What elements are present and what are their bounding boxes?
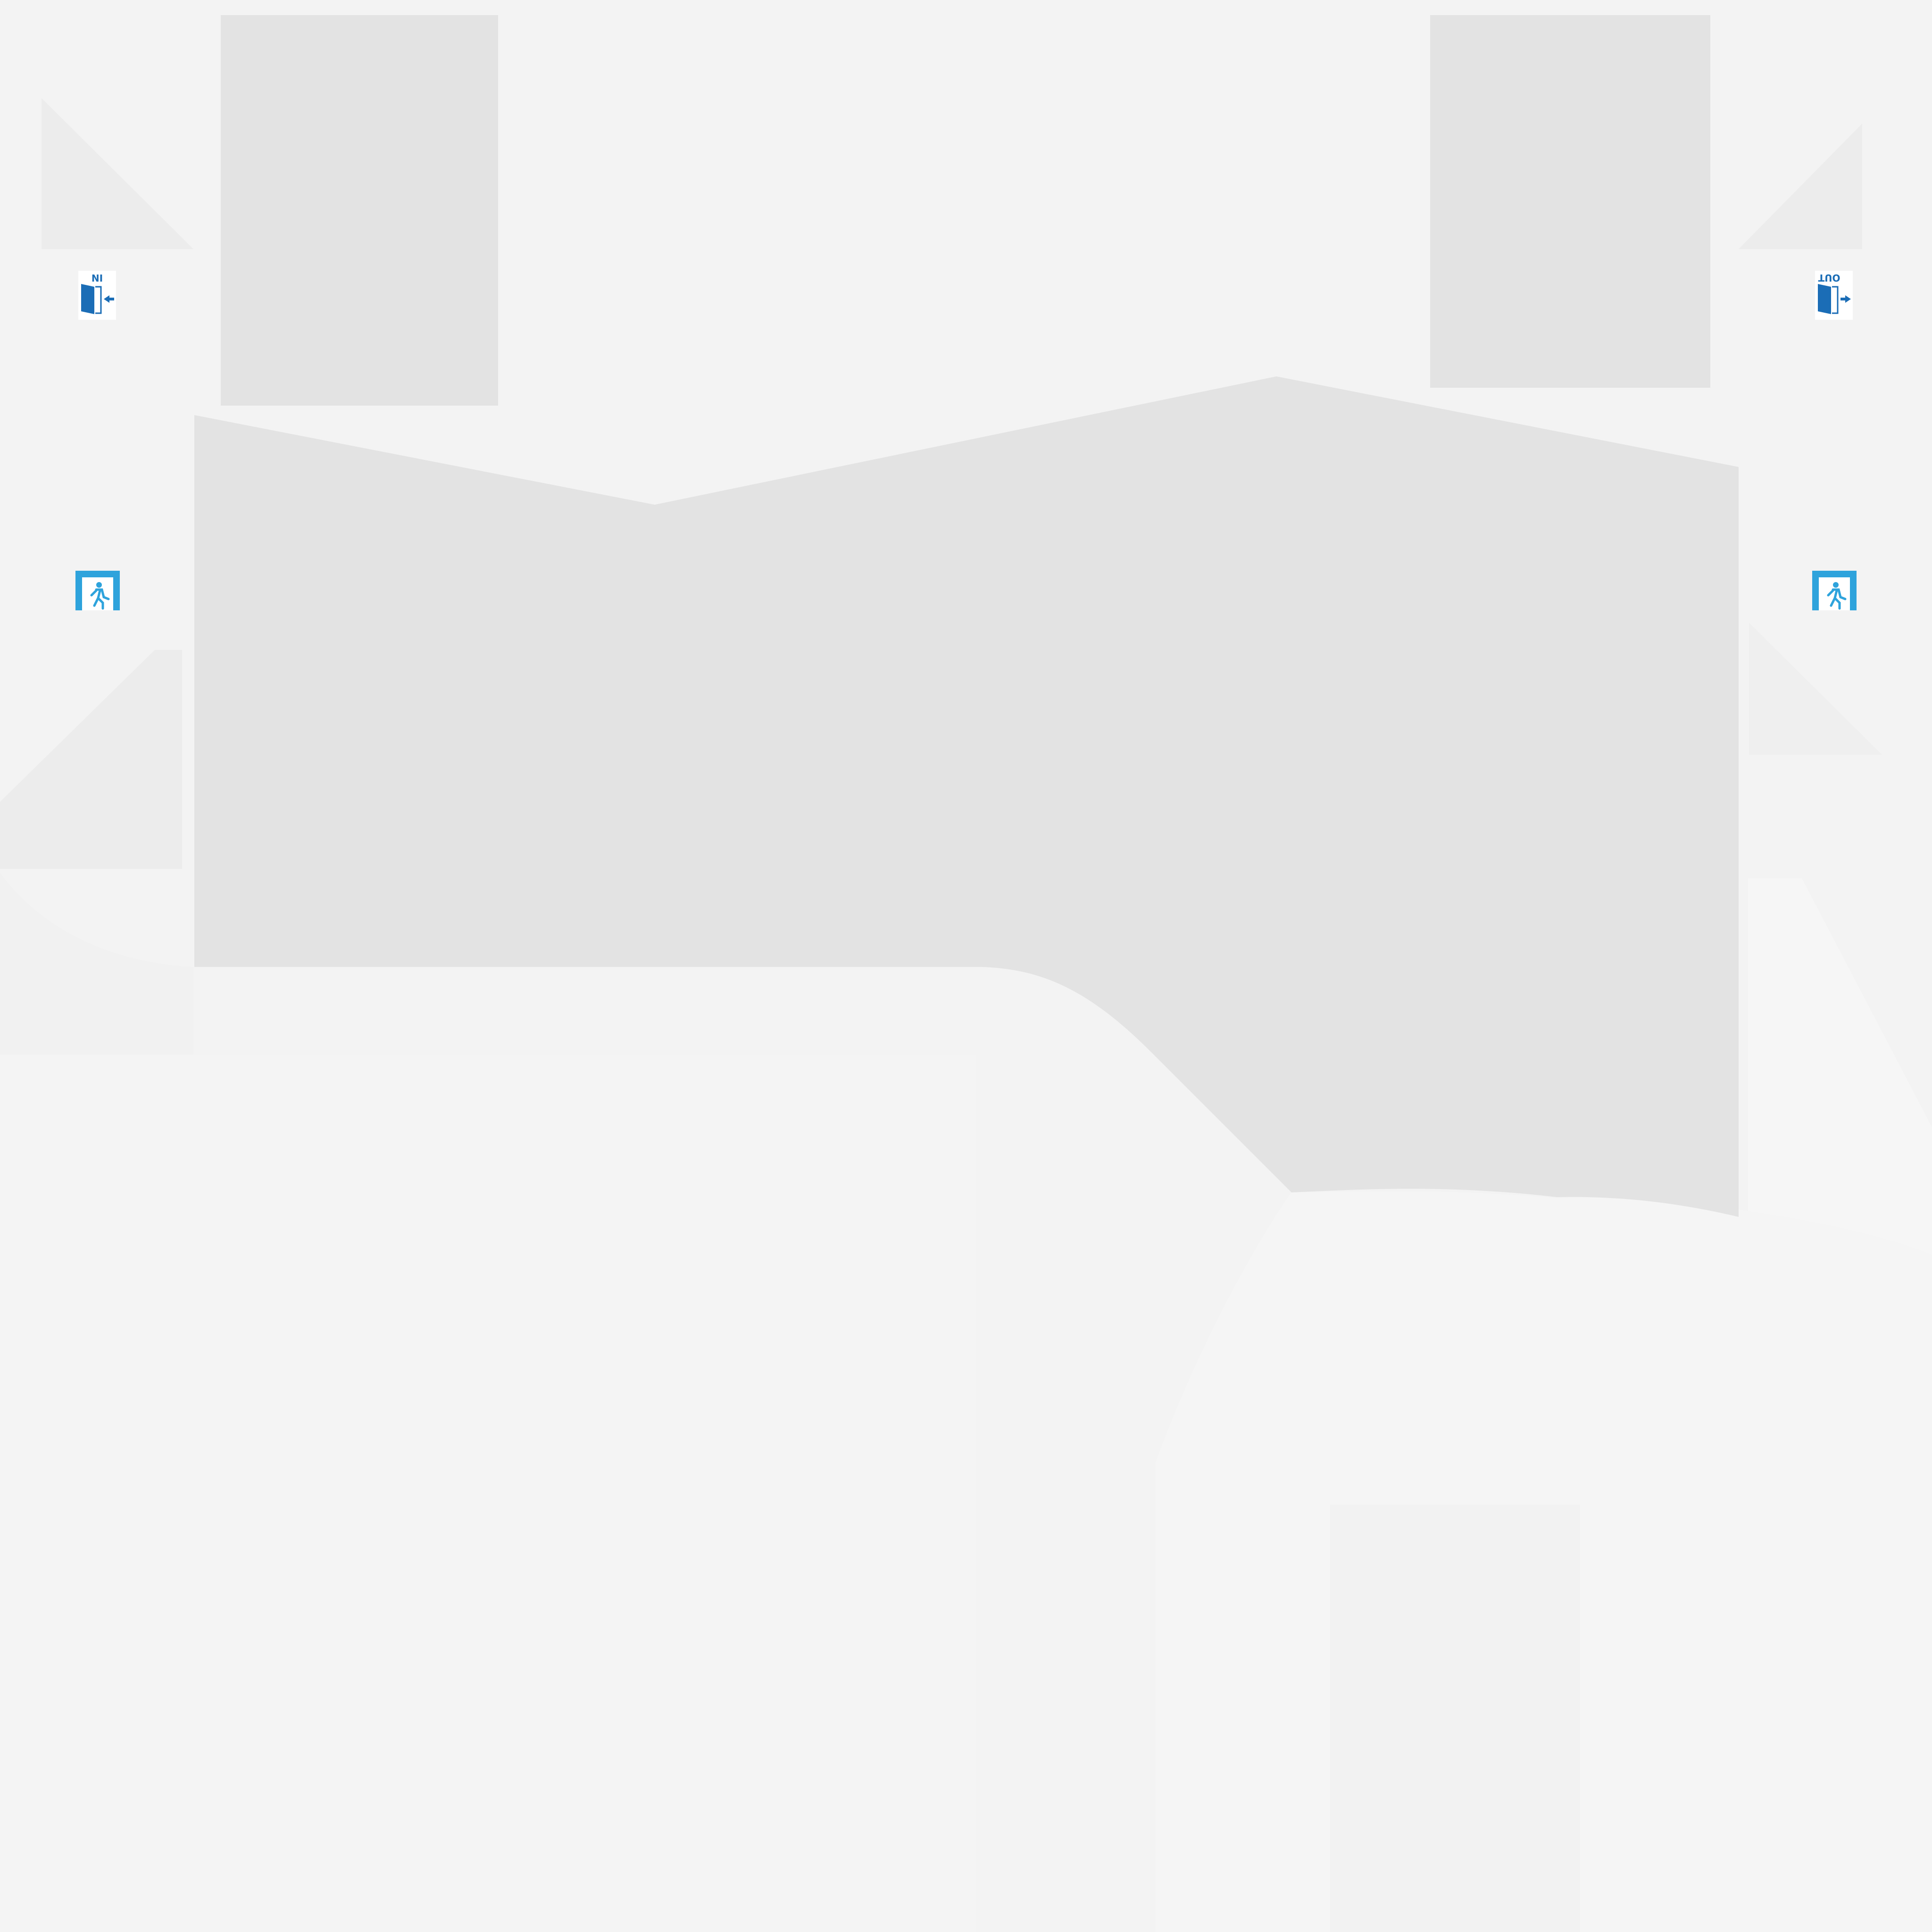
floor-plan-map: IN OUT (0, 15, 1932, 1932)
top-left-triangle (42, 98, 193, 249)
bottom-left-curve (0, 873, 193, 1055)
emergency-exit-icon (1812, 571, 1857, 610)
lower-left-zone (0, 1055, 976, 1932)
exit-door-marker[interactable]: OUT (1815, 271, 1853, 320)
entrance-marker[interactable]: IN (78, 271, 116, 320)
entrance-label: IN (92, 272, 103, 283)
right-ramp-area (1749, 623, 1882, 755)
emergency-exit-icon (75, 571, 120, 610)
building-blocks (194, 15, 1739, 1217)
top-right-triangle (1739, 124, 1862, 249)
emergency-exit-right[interactable] (1812, 571, 1857, 610)
left-ramp-area (0, 650, 182, 869)
exit-door-label: OUT (1818, 272, 1840, 283)
lower-right-inner-zone (1330, 1505, 1580, 1932)
top-right-room[interactable] (1430, 15, 1710, 388)
top-left-room[interactable] (221, 15, 498, 406)
emergency-exit-left[interactable] (75, 571, 120, 610)
